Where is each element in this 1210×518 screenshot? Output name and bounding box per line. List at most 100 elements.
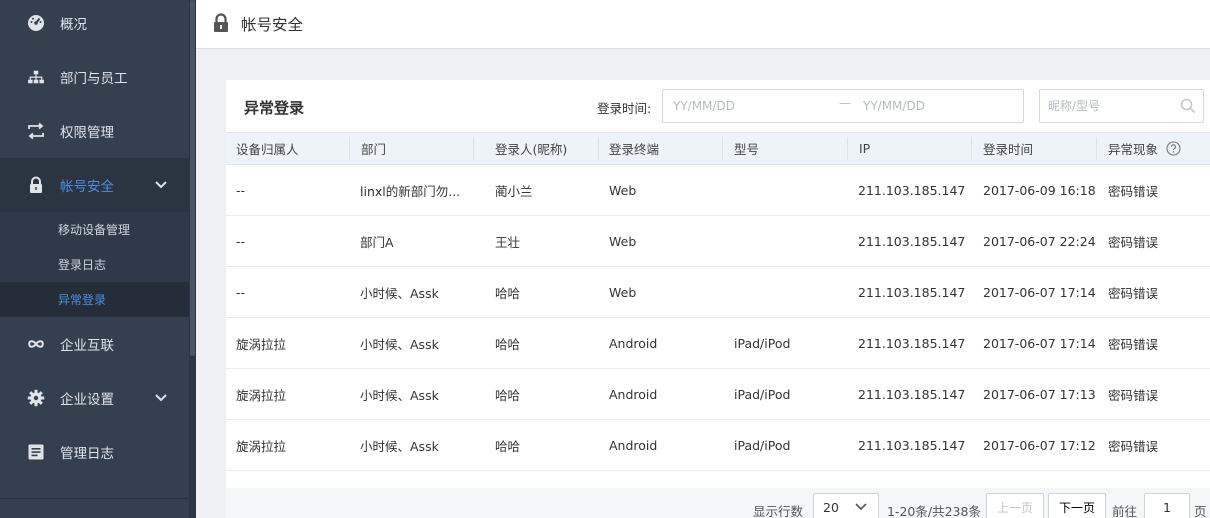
column-divider: [349, 137, 350, 160]
column-divider: [1096, 137, 1097, 160]
column-header-model[interactable]: 型号: [734, 133, 759, 164]
column-header-anomaly[interactable]: 异常现象: [1108, 133, 1181, 164]
sidebar-subitem-login-log[interactable]: 登录日志: [0, 247, 189, 282]
chevron-down-icon: [153, 178, 169, 192]
record-range: 1-20条/共238条: [887, 504, 981, 518]
column-divider: [847, 137, 848, 160]
sidebar: 概况 部门与员工 权限管理 帐号安全 移动设备管理 登录日志 异常登录 企业互联…: [0, 0, 189, 518]
rows-per-page-label: 显示行数: [753, 504, 804, 518]
chevron-down-icon: [854, 501, 868, 513]
cell-department: 部门A: [360, 234, 394, 250]
cell-model: iPad/iPod: [734, 437, 791, 453]
cell-ip: 211.103.185.147: [858, 284, 966, 300]
prev-page-button[interactable]: 上一页: [986, 493, 1044, 518]
dashboard-icon: [27, 14, 45, 32]
sidebar-item-enterprise-settings[interactable]: 企业设置: [0, 371, 189, 425]
login-time-label: 登录时间:: [597, 101, 652, 116]
cell-terminal: Web: [609, 233, 637, 249]
cell-anomaly: 密码错误: [1108, 285, 1159, 301]
sidebar-divider: [0, 498, 189, 499]
sidebar-item-admin-log[interactable]: 管理日志: [0, 425, 189, 479]
cell-model: iPad/iPod: [734, 335, 791, 351]
cell-owner: 旋涡拉拉: [236, 336, 287, 352]
cell-owner: --: [236, 284, 246, 300]
table-row[interactable]: -- 小时候、Assk 哈哈 Web 211.103.185.147 2017-…: [226, 267, 1210, 318]
sidebar-item-permissions[interactable]: 权限管理: [0, 104, 189, 158]
pagination: 显示行数 20 1-20条/共238条 上一页 下一页 前往 页: [226, 488, 1210, 518]
sidebar-item-departments[interactable]: 部门与员工: [0, 50, 189, 104]
column-header-ip[interactable]: IP: [859, 133, 870, 164]
cell-owner: --: [236, 233, 246, 249]
page-header: 帐号安全: [196, 0, 1210, 49]
swap-icon: [27, 122, 45, 140]
cell-terminal: Android: [609, 335, 658, 351]
sidebar-subitem-mobile-devices[interactable]: 移动设备管理: [0, 212, 189, 247]
cell-department: 小时候、Assk: [360, 438, 439, 454]
sidebar-item-overview[interactable]: 概况: [0, 0, 189, 50]
lock-icon: [27, 176, 45, 194]
cell-ip: 211.103.185.147: [858, 233, 966, 249]
cell-login-time: 2017-06-07 22:24: [983, 233, 1096, 249]
sidebar-item-label: 帐号安全: [60, 179, 114, 195]
rows-per-page-select[interactable]: 20: [813, 493, 879, 518]
help-icon[interactable]: [1166, 141, 1181, 156]
cell-login-user: 蔺小兰: [495, 183, 533, 199]
column-header-terminal[interactable]: 登录终端: [609, 133, 659, 164]
cell-terminal: Web: [609, 284, 637, 300]
cell-login-time: 2017-06-09 16:18: [983, 182, 1096, 198]
cell-ip: 211.103.185.147: [858, 335, 966, 351]
page-number-input[interactable]: [1144, 493, 1190, 518]
sidebar-item-label: 企业设置: [60, 392, 114, 408]
column-header-department[interactable]: 部门: [361, 133, 386, 164]
rows-per-page-value: 20: [823, 500, 839, 515]
column-divider: [598, 137, 599, 160]
table-header: 设备归属人 部门 登录人(昵称) 登录终端 型号 IP 登录时间 异常现象: [226, 132, 1210, 165]
date-range-picker[interactable]: —: [662, 89, 1024, 123]
sidebar-scrollbar[interactable]: [189, 0, 196, 518]
cell-owner: 旋涡拉拉: [236, 387, 287, 403]
cell-owner: 旋涡拉拉: [236, 438, 287, 454]
cell-terminal: Web: [609, 182, 637, 198]
sidebar-item-label: 企业互联: [60, 338, 114, 354]
start-date-input[interactable]: [673, 97, 823, 115]
abnormal-login-card: 异常登录 登录时间: — 设备归属人 部门 登录人(昵称) 登录终端 型号 IP…: [226, 80, 1210, 518]
column-header-login-time[interactable]: 登录时间: [983, 133, 1033, 164]
sidebar-scrollbar-thumb[interactable]: [190, 0, 195, 356]
cell-terminal: Android: [609, 437, 658, 453]
cell-anomaly: 密码错误: [1108, 234, 1159, 250]
table-row[interactable]: 旋涡拉拉 小时候、Assk 哈哈 Android iPad/iPod 211.1…: [226, 369, 1210, 420]
cell-login-user: 哈哈: [495, 387, 521, 403]
cell-login-user: 哈哈: [495, 438, 521, 454]
search-input[interactable]: [1048, 97, 1173, 115]
gear-icon: [27, 389, 45, 407]
search-box[interactable]: [1039, 89, 1204, 123]
cell-terminal: Android: [609, 386, 658, 402]
table-row[interactable]: -- 部门A 王壮 Web 211.103.185.147 2017-06-07…: [226, 216, 1210, 267]
column-header-anomaly-label: 异常现象: [1108, 142, 1159, 157]
cell-login-time: 2017-06-07 17:14: [983, 335, 1096, 351]
table-row[interactable]: -- linxl的新部门勿... 蔺小兰 Web 211.103.185.147…: [226, 165, 1210, 216]
cell-anomaly: 密码错误: [1108, 438, 1159, 454]
cell-login-user: 哈哈: [495, 336, 521, 352]
column-header-login-user[interactable]: 登录人(昵称): [495, 133, 567, 164]
column-header-owner[interactable]: 设备归属人: [236, 133, 299, 164]
lock-icon: [212, 13, 230, 33]
page-suffix: 页: [1194, 504, 1207, 518]
cell-anomaly: 密码错误: [1108, 336, 1159, 352]
end-date-input[interactable]: [863, 97, 1013, 115]
table-row[interactable]: 旋涡拉拉 小时候、Assk 哈哈 Android iPad/iPod 211.1…: [226, 318, 1210, 369]
search-icon[interactable]: [1179, 97, 1197, 115]
table-row[interactable]: 旋涡拉拉 小时候、Assk 哈哈 Android iPad/iPod 211.1…: [226, 420, 1210, 471]
sidebar-item-enterprise-link[interactable]: 企业互联: [0, 317, 189, 371]
account-security-submenu: 移动设备管理 登录日志 异常登录: [0, 212, 189, 317]
sidebar-item-account-security[interactable]: 帐号安全: [0, 158, 189, 212]
next-page-button[interactable]: 下一页: [1048, 493, 1106, 518]
cell-ip: 211.103.185.147: [858, 386, 966, 402]
sidebar-subitem-label: 移动设备管理: [58, 223, 131, 237]
log-icon: [27, 443, 45, 461]
sidebar-item-label: 管理日志: [60, 446, 114, 462]
sidebar-subitem-abnormal-login[interactable]: 异常登录: [0, 282, 189, 317]
column-divider: [722, 137, 723, 160]
cell-login-user: 王壮: [495, 234, 521, 250]
cell-department: 小时候、Assk: [360, 336, 439, 352]
